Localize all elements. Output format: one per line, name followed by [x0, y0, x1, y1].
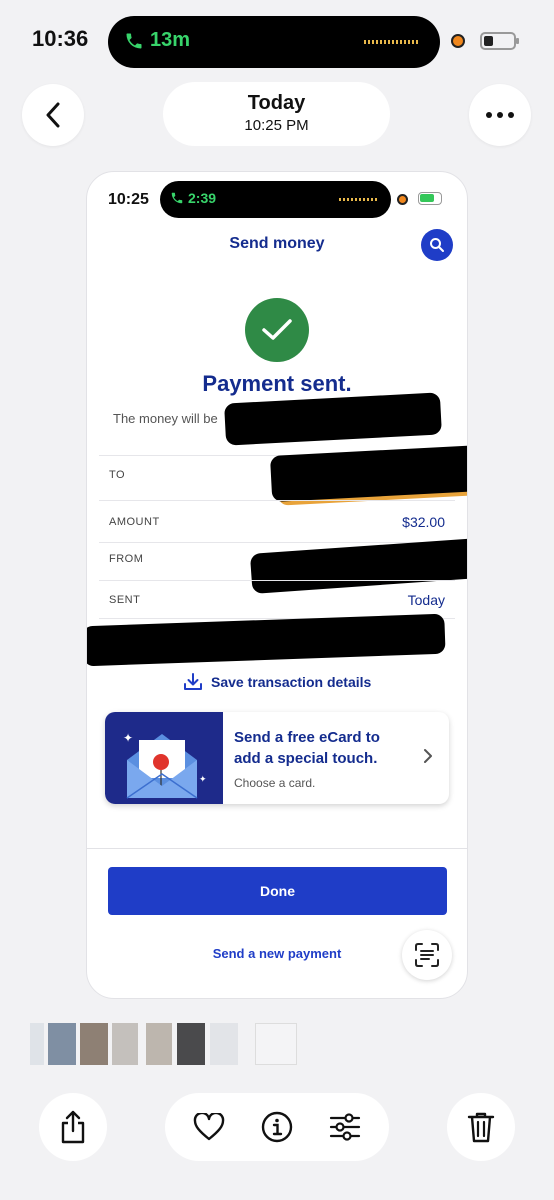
- date-header: Today 10:25 PM: [163, 82, 390, 146]
- download-icon: [184, 673, 202, 690]
- done-button[interactable]: Done: [108, 867, 447, 915]
- thumbnail[interactable]: [177, 1023, 205, 1065]
- inner-call-duration: 2:39: [188, 190, 217, 206]
- row-label-sent: SENT: [109, 594, 141, 606]
- svg-text:✦: ✦: [199, 775, 207, 785]
- dynamic-island[interactable]: 13m: [108, 16, 440, 68]
- inner-status-time: 10:25: [108, 191, 149, 208]
- inner-battery-icon: [418, 192, 442, 205]
- more-icon: [486, 112, 514, 118]
- thumbnail[interactable]: [30, 1023, 44, 1065]
- row-divider: [99, 580, 455, 581]
- checkmark-icon: [262, 319, 292, 340]
- phone-icon: [126, 33, 142, 48]
- row-label-amount: AMOUNT: [109, 516, 160, 528]
- text-scan-icon: [415, 943, 439, 967]
- chevron-right-icon: [424, 749, 432, 763]
- save-transaction-label: Save transaction details: [211, 674, 372, 690]
- screen-title: Send money: [229, 235, 325, 252]
- ecard-art: ✦ ✦: [105, 712, 223, 804]
- row-value-sent: Today: [407, 592, 445, 608]
- thumbnail[interactable]: [48, 1023, 76, 1065]
- ecard-subtitle: Choose a card.: [234, 776, 316, 790]
- share-icon: [61, 1110, 85, 1144]
- row-divider: [99, 500, 455, 501]
- payment-subtext: The money will be: [113, 411, 218, 426]
- back-button[interactable]: [22, 84, 84, 146]
- battery-icon: [480, 32, 519, 50]
- inner-recording-indicator: [397, 194, 408, 205]
- row-label-from: FROM: [109, 553, 144, 565]
- delete-button[interactable]: [447, 1093, 515, 1161]
- share-button[interactable]: [39, 1093, 107, 1161]
- thumbnail[interactable]: [146, 1023, 172, 1065]
- redaction: [269, 444, 467, 502]
- search-button[interactable]: [421, 229, 453, 261]
- redaction: [224, 392, 442, 446]
- heart-icon[interactable]: [193, 1113, 225, 1141]
- success-badge: [245, 298, 309, 362]
- more-button[interactable]: [469, 84, 531, 146]
- footer-divider: [87, 848, 467, 849]
- header-time: 10:25 PM: [244, 117, 309, 134]
- thumbnail[interactable]: [112, 1023, 138, 1065]
- search-icon: [430, 238, 444, 252]
- ecard-promo[interactable]: ✦ ✦ Send a free eCard to add a special t…: [105, 712, 449, 804]
- live-text-button[interactable]: [402, 930, 452, 980]
- adjust-icon[interactable]: [329, 1113, 361, 1141]
- info-icon[interactable]: [261, 1111, 293, 1143]
- audio-waveform: [364, 40, 420, 44]
- phone-icon: [171, 192, 183, 204]
- row-value-amount: $32.00: [402, 514, 445, 530]
- photo-actions: [165, 1093, 389, 1161]
- back-chevron-icon: [46, 102, 60, 128]
- header-date: Today: [247, 92, 306, 114]
- inner-audio-waveform: [339, 198, 377, 201]
- thumbnail[interactable]: [210, 1023, 238, 1065]
- row-label-to: TO: [109, 469, 126, 481]
- inner-dynamic-island: 2:39: [160, 181, 391, 218]
- envelope-icon: ✦ ✦: [123, 731, 207, 799]
- redaction: [249, 538, 467, 594]
- recording-indicator: [451, 34, 465, 48]
- status-time: 10:36: [32, 26, 89, 51]
- call-indicator: 13m: [124, 29, 190, 52]
- ecard-title: Send a free eCard to add a special touch…: [234, 729, 380, 767]
- save-transaction-link[interactable]: Save transaction details: [183, 672, 371, 692]
- svg-text:✦: ✦: [123, 731, 133, 745]
- redaction: [87, 613, 446, 667]
- thumbnail[interactable]: [80, 1023, 108, 1065]
- screenshot-preview[interactable]: 10:25 2:39 Send money Payment sent. The …: [86, 171, 468, 999]
- call-duration: 13m: [150, 29, 191, 51]
- trash-icon: [467, 1112, 495, 1143]
- thumbnail-selected[interactable]: [255, 1023, 297, 1065]
